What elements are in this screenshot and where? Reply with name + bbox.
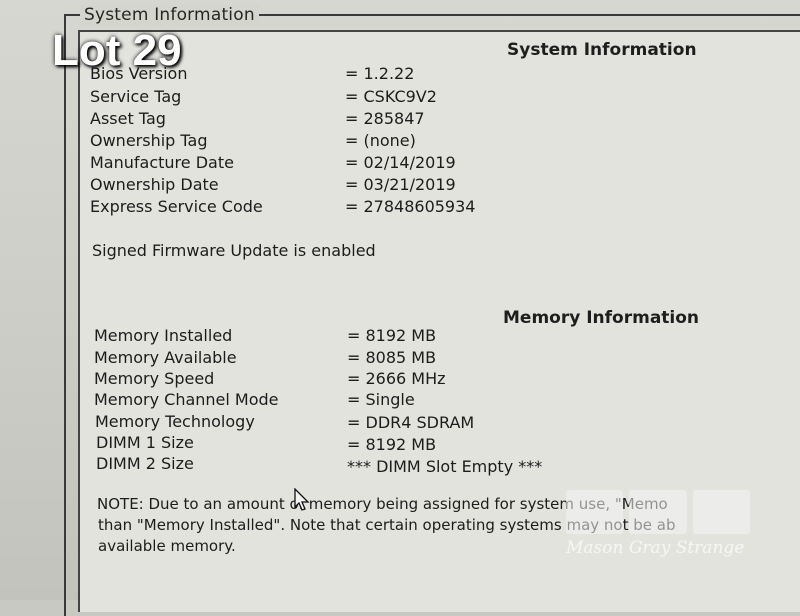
memory-channel-mode-label: Memory Channel Mode — [94, 390, 279, 409]
mouse-pointer-icon — [294, 488, 310, 511]
express-service-code-label: Express Service Code — [90, 197, 263, 216]
memory-speed-label: Memory Speed — [94, 369, 215, 388]
express-service-code-value: = 27848605934 — [345, 197, 476, 216]
memory-speed-value: = 2666 MHz — [347, 369, 446, 388]
ownership-date-value: = 03/21/2019 — [345, 175, 456, 194]
dimm-2-size-value: *** DIMM Slot Empty *** — [347, 457, 543, 476]
watermark-logo-block — [566, 490, 624, 534]
asset-tag-label: Asset Tag — [90, 109, 166, 128]
memory-info-title: Memory Information — [503, 308, 700, 328]
group-caption: System Information — [80, 5, 259, 25]
system-info-title: System Information — [507, 40, 697, 60]
lot-overlay-label: Lot 29 — [52, 26, 182, 75]
service-tag-value: = CSKC9V2 — [345, 87, 437, 106]
memory-installed-value: = 8192 MB — [347, 326, 437, 345]
dimm-1-size-value: = 8192 MB — [347, 435, 437, 454]
memory-available-label: Memory Available — [94, 348, 237, 367]
ownership-tag-value: = (none) — [345, 131, 416, 150]
signed-firmware-status: Signed Firmware Update is enabled — [92, 241, 376, 260]
ownership-tag-label: Ownership Tag — [90, 131, 208, 150]
ownership-date-label: Ownership Date — [90, 175, 219, 194]
memory-installed-label: Memory Installed — [94, 326, 233, 345]
memory-note-line-3: available memory. — [98, 537, 236, 555]
asset-tag-value: = 285847 — [345, 109, 425, 128]
watermark-logo — [566, 490, 750, 534]
dimm-1-size-label: DIMM 1 Size — [96, 433, 194, 452]
manufacture-date-value: = 02/14/2019 — [345, 153, 456, 172]
watermark-logo-block — [692, 490, 750, 534]
memory-available-value: = 8085 MB — [347, 348, 437, 367]
watermark-logo-block — [629, 490, 687, 534]
memory-technology-label: Memory Technology — [95, 412, 255, 431]
manufacture-date-label: Manufacture Date — [90, 153, 234, 172]
dimm-2-size-label: DIMM 2 Size — [96, 454, 194, 473]
service-tag-label: Service Tag — [90, 87, 182, 106]
memory-channel-mode-value: = Single — [347, 390, 415, 409]
watermark-text: Mason Gray Strange — [566, 538, 745, 558]
bios-version-value: = 1.2.22 — [345, 64, 415, 83]
memory-technology-value: = DDR4 SDRAM — [347, 413, 475, 432]
